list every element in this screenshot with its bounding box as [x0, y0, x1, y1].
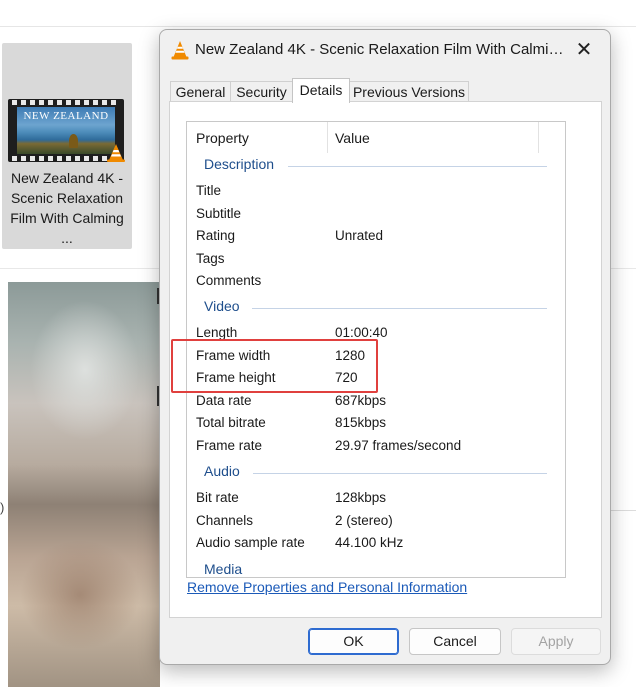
group-divider [253, 473, 547, 474]
column-divider[interactable] [327, 122, 328, 153]
property-name: Comments [196, 273, 262, 288]
property-name: Bit rate [196, 490, 239, 505]
group-title: Video [204, 298, 240, 314]
property-name: Title [196, 183, 222, 198]
property-name: Total bitrate [196, 415, 266, 430]
property-value[interactable]: 2 (stereo) [335, 510, 393, 532]
group-title: Media [204, 561, 243, 577]
property-value[interactable]: 128kbps [335, 487, 386, 509]
vlc-cone-icon [107, 144, 125, 162]
group-heading-video: Video [187, 298, 557, 318]
property-name: Rating [196, 228, 236, 243]
truncated-text: ) [0, 500, 5, 515]
highlight-annotation-box [171, 339, 378, 393]
group-title: Description [204, 156, 275, 172]
video-thumbnail[interactable]: NEW ZEALAND [8, 55, 125, 162]
close-icon: ✕ [575, 39, 593, 61]
group-heading-description: Description [187, 156, 557, 176]
property-row[interactable]: Total bitrate 815kbps [187, 412, 557, 434]
apply-button[interactable]: Apply [511, 628, 601, 655]
thumbnail-image: NEW ZEALAND [17, 107, 115, 154]
property-name: Tags [196, 250, 225, 266]
property-value[interactable]: 815kbps [335, 412, 386, 434]
vlc-cone-icon [171, 41, 189, 60]
group-heading-audio: Audio [187, 463, 557, 483]
column-header: Property Value [187, 122, 565, 153]
property-value[interactable]: Unrated [335, 225, 383, 247]
property-row[interactable]: Channels 2 (stereo) [187, 510, 557, 532]
title-bar[interactable]: New Zealand 4K - Scenic Relaxation Film … [160, 30, 610, 70]
ok-button[interactable]: OK [308, 628, 399, 655]
tab-general[interactable]: General [170, 81, 231, 103]
group-divider [252, 308, 547, 309]
file-name-label[interactable]: New Zealand 4K - Scenic Relaxation Film … [4, 168, 130, 248]
property-row[interactable]: Title [187, 180, 557, 202]
tab-previous-versions[interactable]: Previous Versions [349, 81, 469, 103]
tab-security[interactable]: Security [230, 81, 293, 103]
remove-properties-link[interactable]: Remove Properties and Personal Informati… [187, 579, 467, 595]
property-name: Subtitle [196, 205, 242, 221]
group-divider [288, 166, 547, 167]
group-heading-media: Media [187, 561, 557, 577]
column-header-value[interactable]: Value [335, 130, 370, 146]
column-divider[interactable] [538, 122, 539, 153]
close-button[interactable]: ✕ [572, 38, 596, 62]
column-header-property[interactable]: Property [196, 130, 249, 146]
property-value[interactable]: 44.100 kHz [335, 532, 403, 554]
thumbnail-title: NEW ZEALAND [23, 110, 109, 122]
property-value[interactable]: 29.97 frames/second [335, 435, 461, 457]
property-row[interactable]: Frame rate 29.97 frames/second [187, 435, 557, 457]
property-row[interactable]: Comments [187, 270, 557, 292]
group-title: Audio [204, 463, 240, 479]
property-row[interactable]: Bit rate 128kbps [187, 487, 557, 509]
property-row[interactable]: Audio sample rate 44.100 kHz [187, 532, 557, 554]
property-row[interactable]: Tags [187, 248, 557, 270]
tab-details[interactable]: Details [292, 78, 350, 103]
thumbnail-tree [69, 134, 78, 148]
property-name: Frame rate [196, 437, 263, 453]
property-row[interactable]: Subtitle [187, 203, 557, 225]
property-name: Channels [196, 512, 254, 528]
property-row[interactable]: Rating Unrated [187, 225, 557, 247]
cancel-button[interactable]: Cancel [409, 628, 501, 655]
dialog-title: New Zealand 4K - Scenic Relaxation Film … [195, 41, 565, 58]
property-name: Audio sample rate [196, 535, 305, 550]
explorer-divider [0, 26, 636, 27]
